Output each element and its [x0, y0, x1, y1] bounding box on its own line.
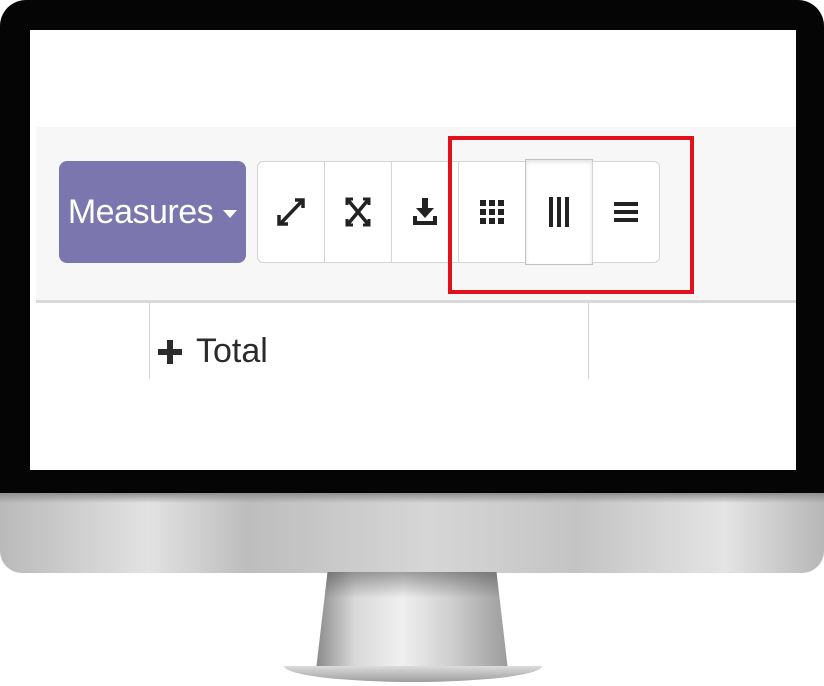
caret-down-icon — [223, 210, 238, 218]
pivot-body — [30, 379, 796, 470]
measures-label: Measures — [67, 192, 214, 231]
monitor-stand — [316, 572, 508, 670]
plus-icon — [158, 339, 182, 364]
expand-icon — [277, 198, 305, 226]
monitor-frame: Measures Total — [0, 0, 824, 686]
column-divider — [588, 303, 589, 379]
total-label: Total — [196, 332, 268, 370]
monitor-base — [284, 666, 542, 682]
measures-dropdown-button[interactable]: Measures — [59, 161, 246, 263]
flip-axis-icon — [345, 197, 371, 227]
highlight-annotation — [448, 136, 694, 294]
download-icon — [413, 198, 437, 225]
expand-all-button[interactable] — [257, 161, 325, 263]
table-header-border — [36, 300, 796, 303]
column-divider — [149, 303, 150, 379]
total-header[interactable]: Total — [158, 332, 268, 371]
flip-axis-button[interactable] — [324, 161, 392, 263]
monitor-chin — [0, 493, 824, 573]
screen: Measures Total — [30, 30, 796, 470]
